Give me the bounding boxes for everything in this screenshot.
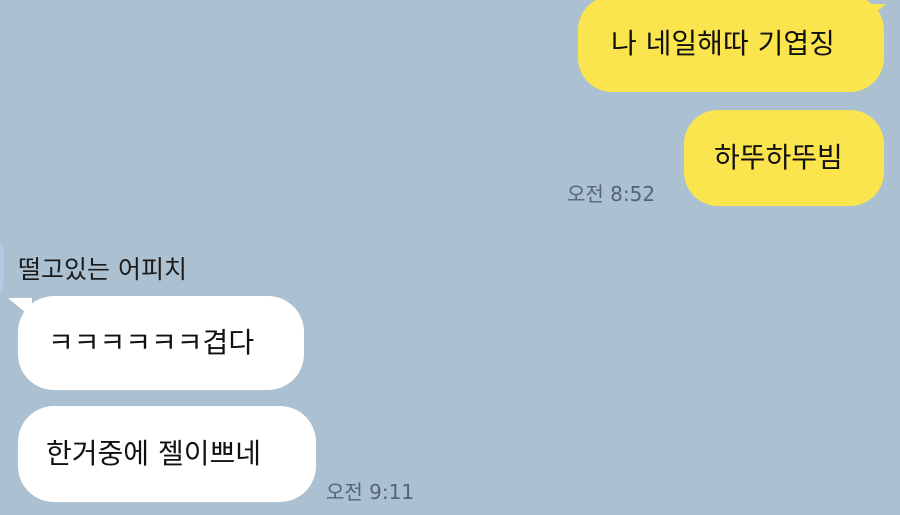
message-text: 한거중에 젤이쁘네 (46, 437, 261, 470)
my-message-bubble[interactable]: 하뚜하뚜빔 (684, 110, 884, 206)
sender-avatar[interactable] (0, 232, 4, 302)
sender-name: 떨고있는 어피치 (18, 255, 187, 284)
message-timestamp: 오전 8:52 (567, 182, 656, 206)
message-text: 나 네일해따 기엽징 (611, 27, 835, 60)
message-text: 하뚜하뚜빔 (714, 141, 843, 174)
their-message-bubble[interactable]: ㅋㅋㅋㅋㅋㅋ겹다 (18, 296, 304, 390)
my-message-bubble[interactable]: 나 네일해따 기엽징 (578, 0, 884, 92)
their-message-bubble[interactable]: 한거중에 젤이쁘네 (18, 406, 316, 502)
message-timestamp: 오전 9:11 (326, 480, 415, 504)
message-text: ㅋㅋㅋㅋㅋㅋ겹다 (48, 326, 255, 359)
